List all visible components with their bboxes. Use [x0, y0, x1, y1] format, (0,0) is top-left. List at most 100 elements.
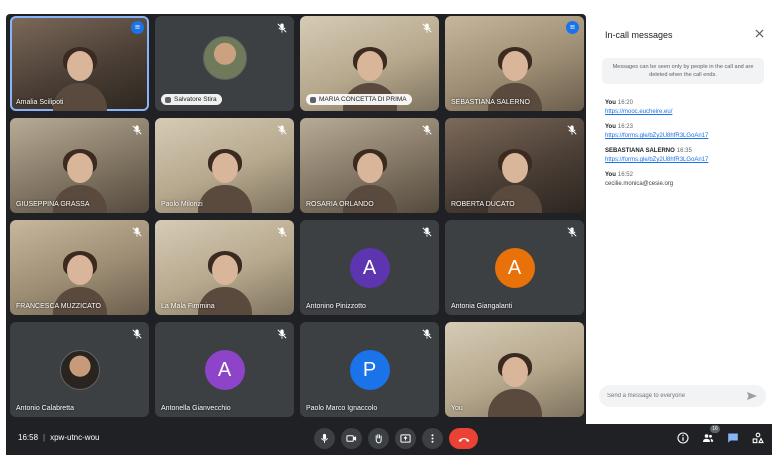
mic-off-icon	[566, 124, 578, 136]
camera-icon	[346, 435, 357, 442]
participant-tile[interactable]: Antonio Calabretta	[10, 322, 149, 417]
chat-message-header: You 16:52	[605, 172, 765, 178]
leave-call-button[interactable]	[449, 428, 478, 449]
close-icon	[754, 28, 764, 38]
chat-message: You 16:52 cecilie.monica@cesie.org	[605, 172, 765, 187]
mic-off-icon	[165, 96, 171, 103]
participant-tile[interactable]: Salvatore Stira	[155, 16, 294, 111]
participant-profile-photo	[202, 35, 247, 80]
participant-tile[interactable]: You	[445, 322, 584, 417]
chat-message-time: 16:20	[617, 100, 633, 106]
mic-off-icon	[131, 328, 143, 340]
chat-message-link[interactable]: https://forms.gle/bZy2U8hfR3LGoAn17	[605, 157, 765, 163]
camera-button[interactable]	[341, 428, 362, 449]
participant-tile[interactable]: La Mala Fimmina	[155, 220, 294, 315]
participant-name: Paolo Milonzi	[161, 201, 203, 208]
participant-count-badge: 16	[710, 425, 720, 433]
chat-message-sender: SEBASTIANA SALERNO	[605, 148, 675, 154]
participant-tile[interactable]: ≡ Amalia Scilipoti	[10, 16, 149, 111]
chat-privacy-notice: Messages can be seen only by people in t…	[602, 58, 764, 84]
participant-name: Antonino Pinizzotto	[306, 303, 366, 310]
participant-tile[interactable]: A Antonella Gianvecchio	[155, 322, 294, 417]
mic-off-icon	[131, 226, 143, 238]
chat-icon	[728, 433, 738, 443]
participant-name-chip: Salvatore Stira	[161, 94, 222, 105]
more-vert-icon	[431, 434, 434, 443]
participant-name: Amalia Scilipoti	[16, 99, 64, 106]
chat-message-sender: You	[605, 172, 616, 178]
chat-message-link[interactable]: https://forms.gle/bZy2U8hfR3LGoAn17	[605, 133, 765, 139]
participant-name: Antonio Calabretta	[16, 405, 74, 412]
chat-panel-title: In-call messages	[605, 30, 673, 40]
present-screen-button[interactable]	[395, 428, 416, 449]
people-button[interactable]: 16	[700, 425, 720, 447]
chat-message: SEBASTIANA SALERNO 16:35 https://forms.gle…	[605, 148, 765, 163]
participant-tile[interactable]: Paolo Milonzi	[155, 118, 294, 213]
participant-avatar: A	[494, 247, 535, 288]
present-icon	[400, 434, 411, 443]
participant-tile[interactable]: A Antonia Giangalanti	[445, 220, 584, 315]
participant-tile[interactable]: ROBERTA DUCATO	[445, 118, 584, 213]
chat-message-time: 16:35	[676, 148, 692, 154]
participant-avatar: A	[349, 247, 390, 288]
mic-off-icon	[421, 328, 433, 340]
meeting-code: xpw-utnc-wou	[50, 433, 100, 442]
mic-off-icon	[276, 22, 288, 34]
microphone-button[interactable]	[314, 428, 335, 449]
raise-hand-button[interactable]	[368, 428, 389, 449]
hang-up-icon	[458, 437, 469, 442]
close-chat-button[interactable]	[752, 26, 766, 40]
info-icon	[677, 432, 689, 444]
mic-off-icon	[421, 226, 433, 238]
participant-name: You	[451, 405, 463, 412]
mic-off-icon	[276, 226, 288, 238]
participant-avatar: P	[349, 349, 390, 390]
hand-icon	[375, 434, 382, 444]
mic-off-icon	[421, 22, 433, 34]
chat-message-time: 16:52	[617, 172, 633, 178]
mic-off-icon	[276, 124, 288, 136]
send-icon	[747, 392, 757, 400]
chat-message-input[interactable]	[607, 389, 737, 403]
participant-tile[interactable]: P Paolo Marco Ignaccolo	[300, 322, 439, 417]
send-message-button[interactable]	[746, 390, 758, 402]
chat-message-text: cecilie.monica@cesie.org	[605, 181, 674, 187]
participant-tile[interactable]: ≡ SEBASTIANA SALERNO	[445, 16, 584, 111]
chat-message: You 16:23 https://forms.gle/bZy2U8hfR3LGoA…	[605, 124, 765, 139]
mic-off-icon	[421, 124, 433, 136]
speaking-icon: ≡	[566, 21, 579, 34]
mic-off-icon	[131, 124, 143, 136]
chat-message-list: You 16:20 https://mooc.eucheire.eu/You 16:2…	[605, 100, 765, 196]
participant-tile[interactable]: ROSARIA ORLANDO	[300, 118, 439, 213]
mic-off-icon	[276, 328, 288, 340]
more-options-button[interactable]	[422, 428, 443, 449]
participant-grid: ≡ Amalia Scilipoti Salvatore Stira MARIA CO…	[10, 16, 584, 418]
participant-name: Antonia Giangalanti	[451, 303, 513, 310]
activities-icon	[752, 432, 764, 444]
mic-off-icon	[310, 96, 316, 103]
meeting-control-bar: 16:58 | xpw-utnc-wou 16	[6, 424, 772, 455]
chat-message-sender: You	[605, 100, 616, 106]
participant-name: Salvatore Stira	[174, 96, 217, 103]
meeting-details-button[interactable]	[675, 429, 691, 447]
chat-message: You 16:20 https://mooc.eucheire.eu/	[605, 100, 765, 115]
chat-button[interactable]	[725, 429, 741, 447]
chat-message-sender: You	[605, 124, 616, 130]
meeting-clock: 16:58	[18, 433, 39, 442]
participant-name: FRANCESCA MUZZICATO	[16, 303, 101, 310]
participant-name: Antonella Gianvecchio	[161, 405, 231, 412]
participant-profile-photo	[59, 349, 100, 390]
activities-button[interactable]	[750, 429, 766, 447]
meeting-info-separator: |	[43, 433, 46, 442]
participant-tile[interactable]: GIUSEPPINA GRASSA	[10, 118, 149, 213]
participant-name: MARIA CONCETTA DI PRIMA	[319, 96, 407, 103]
participant-tile[interactable]: A Antonino Pinizzotto	[300, 220, 439, 315]
chat-message-link[interactable]: https://mooc.eucheire.eu/	[605, 109, 765, 115]
participant-tile[interactable]: MARIA CONCETTA DI PRIMA	[300, 16, 439, 111]
participant-name: Paolo Marco Ignaccolo	[306, 405, 378, 412]
chat-message-header: You 16:20	[605, 100, 765, 106]
participant-tile[interactable]: FRANCESCA MUZZICATO	[10, 220, 149, 315]
participant-video-feed	[197, 149, 252, 213]
meeting-info: 16:58 | xpw-utnc-wou	[18, 433, 99, 442]
chat-message-time: 16:23	[617, 124, 633, 130]
